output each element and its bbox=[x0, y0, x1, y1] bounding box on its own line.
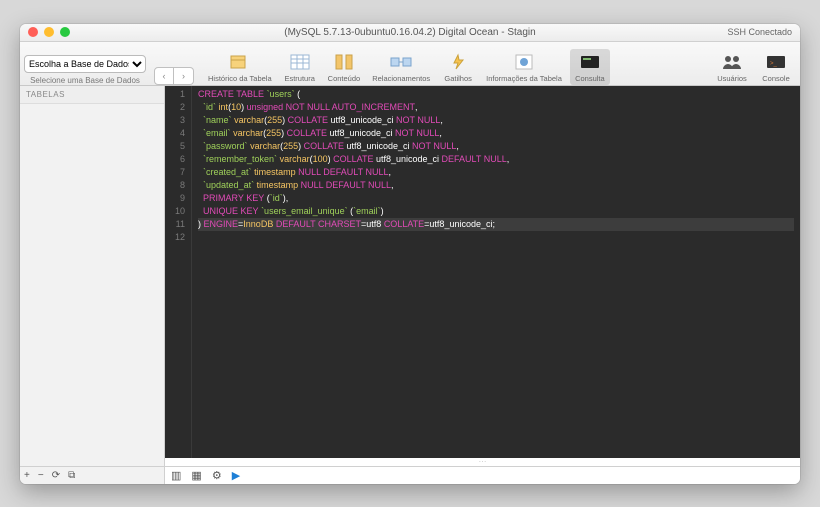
toolbar-consulta[interactable]: Consulta bbox=[570, 49, 610, 85]
toolbar-conteudo[interactable]: Conteúdo bbox=[324, 49, 365, 85]
main-area: TABELAS + − ⟳ ⧉ 123456789101112 CREATE T… bbox=[20, 86, 800, 484]
app-window: (MySQL 5.7.13-0ubuntu0.16.04.2) Digital … bbox=[20, 24, 800, 484]
toolbar: Escolha a Base de Dados... Selecione uma… bbox=[20, 42, 800, 86]
export-icon[interactable]: ▦ bbox=[191, 469, 201, 482]
relations-icon bbox=[390, 51, 412, 73]
table-info-icon bbox=[513, 51, 535, 73]
sidebar: TABELAS + − ⟳ ⧉ bbox=[20, 86, 165, 484]
sql-editor[interactable]: 123456789101112 CREATE TABLE `users` ( `… bbox=[165, 86, 800, 458]
traffic-lights bbox=[28, 27, 70, 37]
window-title: (MySQL 5.7.13-0ubuntu0.16.04.2) Digital … bbox=[20, 27, 800, 38]
query-icon bbox=[579, 51, 601, 73]
code-area[interactable]: CREATE TABLE `users` ( `id` int(10) unsi… bbox=[192, 86, 800, 458]
svg-text:>_: >_ bbox=[770, 61, 778, 67]
line-gutter: 123456789101112 bbox=[165, 86, 192, 458]
refresh-icon[interactable]: ⟳ bbox=[52, 470, 60, 481]
users-icon bbox=[721, 51, 743, 73]
add-button[interactable]: + bbox=[24, 470, 30, 481]
sidebar-body bbox=[20, 104, 164, 466]
content-icon bbox=[333, 51, 355, 73]
database-select-subtitle: Selecione uma Base de Dados bbox=[24, 76, 146, 85]
history-forward-button[interactable]: › bbox=[174, 67, 194, 85]
console-icon: >_ bbox=[765, 51, 787, 73]
zoom-button[interactable] bbox=[60, 27, 70, 37]
structure-icon bbox=[289, 51, 311, 73]
editor-footer: ▥ ▦ ⚙︎ ▶ bbox=[165, 466, 800, 484]
editor-pane: 123456789101112 CREATE TABLE `users` ( `… bbox=[165, 86, 800, 484]
layout-icon[interactable]: ▥ bbox=[171, 469, 181, 482]
database-selector: Escolha a Base de Dados... Selecione uma… bbox=[24, 55, 146, 85]
triggers-icon bbox=[447, 51, 469, 73]
toolbar-historico[interactable]: Histórico da Tabela bbox=[204, 49, 276, 85]
ssh-status: SSH Conectado bbox=[727, 27, 792, 37]
toolbar-relacionamentos[interactable]: Relacionamentos bbox=[368, 49, 434, 85]
database-select[interactable]: Escolha a Base de Dados... bbox=[24, 55, 146, 73]
toolbar-gatilhos[interactable]: Gatilhos bbox=[438, 49, 478, 85]
gear-icon[interactable]: ⚙︎ bbox=[212, 469, 222, 482]
copy-icon[interactable]: ⧉ bbox=[68, 470, 75, 481]
minimize-button[interactable] bbox=[44, 27, 54, 37]
remove-button[interactable]: − bbox=[38, 470, 44, 481]
history-back-button[interactable]: ‹ bbox=[154, 67, 174, 85]
toolbar-console[interactable]: >_ Console bbox=[756, 49, 796, 85]
run-icon[interactable]: ▶ bbox=[232, 469, 240, 482]
sidebar-footer: + − ⟳ ⧉ bbox=[20, 466, 164, 484]
split-grip[interactable]: ⋯ bbox=[165, 458, 800, 466]
titlebar: (MySQL 5.7.13-0ubuntu0.16.04.2) Digital … bbox=[20, 24, 800, 42]
close-button[interactable] bbox=[28, 27, 38, 37]
sidebar-header: TABELAS bbox=[20, 86, 164, 104]
history-nav: ‹ › bbox=[154, 67, 194, 85]
toolbar-estrutura[interactable]: Estrutura bbox=[280, 49, 320, 85]
toolbar-usuarios[interactable]: Usuários bbox=[712, 49, 752, 85]
table-history-icon bbox=[229, 51, 251, 73]
toolbar-info[interactable]: Informações da Tabela bbox=[482, 49, 566, 85]
